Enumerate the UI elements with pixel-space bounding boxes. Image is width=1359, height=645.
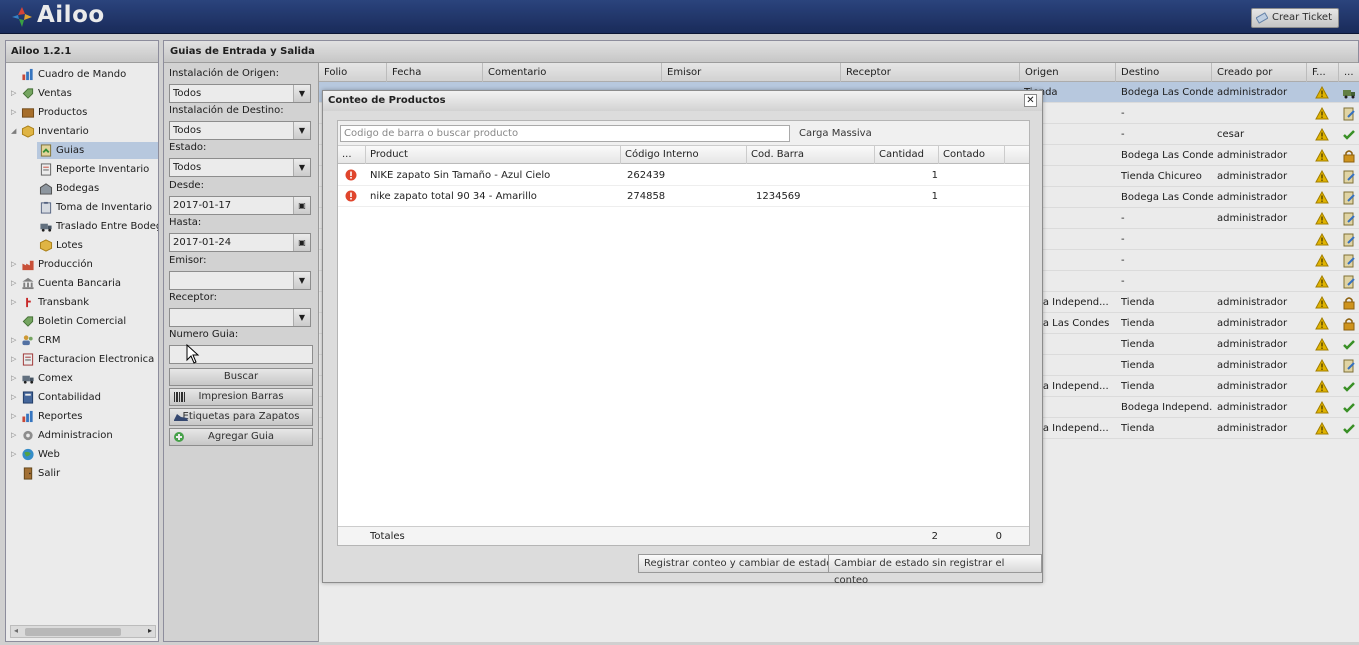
conteo-table-header: ... Product Código Interno Cod. Barra Cantid… [338, 146, 1029, 164]
registrar-conteo-button[interactable]: Registrar conteo y cambiar de estado [638, 554, 839, 573]
error-icon [345, 169, 357, 181]
conteo-column-header[interactable]: Contado [939, 146, 1005, 164]
dialog-title: Conteo de Productos [323, 91, 1042, 111]
contado-cell[interactable] [942, 165, 1002, 186]
conteo-column-header[interactable]: ... [338, 146, 366, 164]
conteo-productos-dialog: Conteo de Productos ✕ Carga Massiva ...P… [322, 90, 1043, 586]
conteo-totals-row: Totales 2 0 [338, 526, 1029, 545]
contado-cell[interactable] [942, 186, 1002, 207]
mouse-cursor-icon [186, 344, 200, 364]
conteo-panel: Carga Massiva ...ProductCódigo InternoCo… [337, 120, 1030, 546]
totals-label: Totales [370, 531, 405, 542]
conteo-column-header[interactable]: Cod. Barra [747, 146, 875, 164]
product-search-input[interactable] [340, 125, 790, 142]
totals-cantidad: 2 [931, 531, 938, 542]
conteo-column-header[interactable]: Código Interno [621, 146, 747, 164]
carga-masiva-button[interactable]: Carga Massiva [799, 121, 872, 146]
cantidad-cell: 1 [931, 170, 938, 181]
codigo-interno-cell: 262439 [627, 170, 666, 181]
codigo-interno-cell: 274858 [627, 191, 666, 202]
product-cell: nike zapato total 90 34 - Amarillo [370, 191, 537, 202]
cambiar-estado-button[interactable]: Cambiar de estado sin registrar el conte… [828, 554, 1042, 586]
conteo-toolbar: Carga Massiva [338, 121, 1029, 146]
totals-contado: 0 [995, 531, 1002, 542]
conteo-column-header[interactable]: Cantidad [875, 146, 939, 164]
close-icon[interactable]: ✕ [1024, 94, 1037, 107]
cod-barra-cell: 1234569 [756, 191, 801, 202]
cantidad-cell: 1 [931, 191, 938, 202]
conteo-row[interactable]: nike zapato total 90 34 - Amarillo 274858… [338, 186, 1029, 207]
error-icon [345, 190, 357, 202]
product-cell: NIKE zapato Sin Tamaño - Azul Cielo [370, 170, 551, 181]
conteo-column-header[interactable]: Product [366, 146, 621, 164]
conteo-row[interactable]: NIKE zapato Sin Tamaño - Azul Cielo 26243… [338, 165, 1029, 186]
